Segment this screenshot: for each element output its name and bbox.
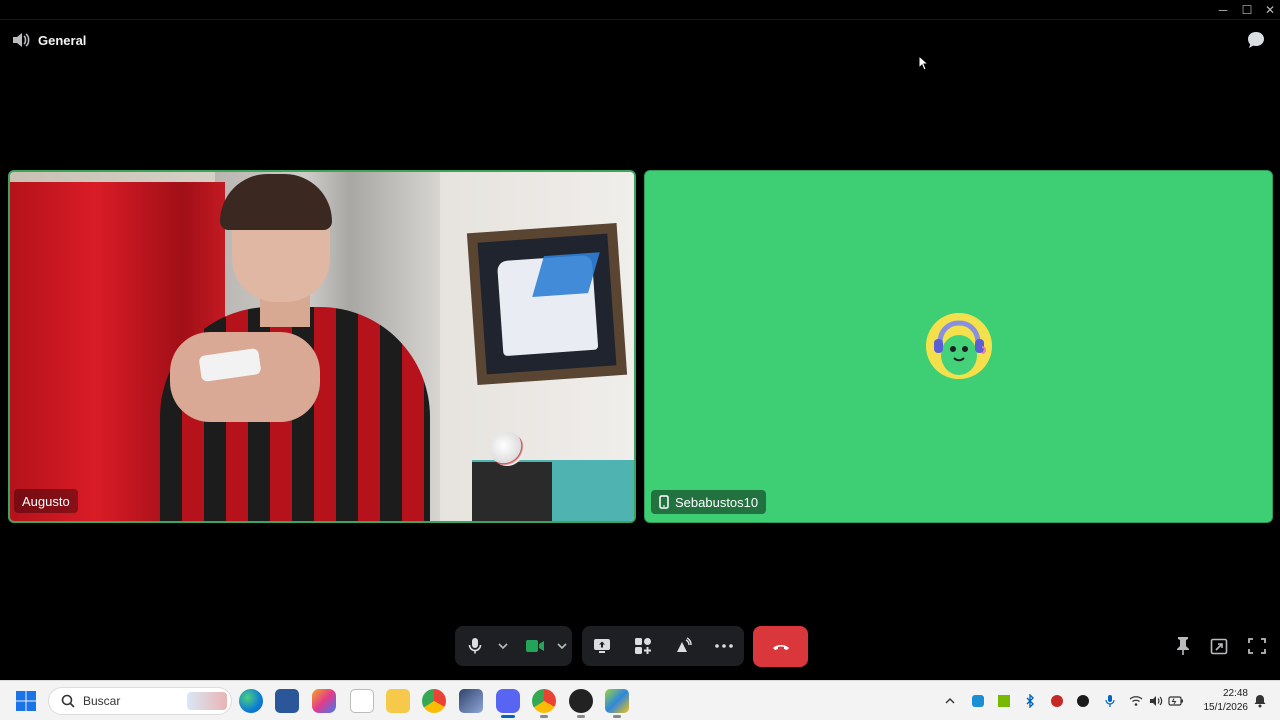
running-app-indicator — [540, 715, 548, 718]
running-app-indicator — [577, 715, 585, 718]
search-icon — [61, 694, 75, 708]
notification-icon[interactable] — [1252, 693, 1268, 709]
bluetooth-icon[interactable] — [1022, 693, 1038, 709]
participant-name: Sebabustos10 — [675, 494, 759, 510]
search-highlight-image — [187, 692, 227, 710]
camera-button[interactable] — [517, 629, 553, 663]
camera-icon — [525, 640, 544, 652]
video-tile-sebabustos10[interactable]: Sebabustos10 — [644, 170, 1273, 523]
clock-time: 22:48 — [1222, 688, 1248, 699]
bluestacks-icon[interactable] — [605, 689, 629, 713]
copilot-icon[interactable] — [312, 689, 336, 713]
volume-icon[interactable] — [1148, 693, 1164, 709]
soundboard-icon — [677, 637, 692, 652]
microphone-button[interactable] — [457, 629, 493, 663]
minimize-button[interactable]: ─ — [1212, 2, 1234, 18]
popout-icon[interactable] — [1210, 636, 1228, 656]
disconnect-button[interactable] — [753, 626, 808, 667]
maximize-button[interactable]: ☐ — [1236, 2, 1258, 18]
taskbar: Buscar 22:48 15/1/2026 — [0, 680, 1280, 720]
chat-icon[interactable] — [1246, 30, 1266, 50]
soundboard-button[interactable] — [664, 629, 702, 663]
wifi-icon[interactable] — [1128, 693, 1144, 709]
microphone-icon — [468, 638, 482, 654]
screen-share-icon — [594, 639, 611, 653]
calculator-icon[interactable] — [275, 689, 299, 713]
battery-icon[interactable] — [1168, 693, 1184, 709]
mobile-phone-icon — [659, 495, 669, 509]
soccer-ball — [490, 432, 524, 466]
notepad-icon[interactable] — [350, 689, 374, 713]
running-app-indicator — [613, 715, 621, 718]
obs-tray-icon[interactable] — [1049, 693, 1065, 709]
channel-title: General — [38, 32, 87, 48]
clock[interactable]: 22:48 15/1/2026 — [1192, 687, 1249, 715]
camera-feed — [10, 172, 634, 521]
chrome-icon[interactable] — [532, 689, 556, 713]
chrome-icon[interactable] — [422, 689, 446, 713]
discord-icon[interactable] — [496, 689, 520, 713]
participant-name: Augusto — [22, 493, 70, 509]
steam-icon[interactable] — [1075, 693, 1091, 709]
microphone-options-button[interactable] — [493, 629, 512, 663]
video-tile-augusto[interactable]: Augusto — [8, 170, 636, 523]
defender-icon[interactable] — [970, 693, 986, 709]
app-icon[interactable] — [459, 689, 483, 713]
screen-share-button[interactable] — [583, 629, 621, 663]
nvidia-icon[interactable] — [996, 693, 1012, 709]
edge-icon[interactable] — [239, 689, 263, 713]
activities-icon — [634, 638, 651, 654]
more-icon — [714, 644, 733, 648]
fullscreen-icon[interactable] — [1248, 636, 1266, 656]
audio-video-controls — [455, 626, 572, 666]
more-options-button[interactable] — [705, 629, 743, 663]
activities-button[interactable] — [624, 629, 662, 663]
obs-icon[interactable] — [569, 689, 593, 713]
chevron-down-icon — [557, 643, 567, 649]
chevron-up-icon[interactable] — [942, 693, 958, 709]
camera-options-button[interactable] — [553, 629, 572, 663]
taskbar-search[interactable]: Buscar — [48, 687, 232, 715]
start-icon[interactable] — [14, 689, 38, 713]
participant-name-tag: Augusto — [14, 489, 78, 513]
hang-up-icon — [772, 644, 789, 650]
framed-jersey — [466, 222, 628, 386]
speaker-icon — [13, 33, 30, 47]
participant-name-tag: Sebabustos10 — [651, 490, 767, 514]
file-explorer-icon[interactable] — [386, 689, 410, 713]
activity-controls — [582, 626, 744, 666]
pin-icon[interactable] — [1174, 636, 1192, 656]
mouse-cursor-icon — [918, 55, 930, 71]
close-button[interactable]: ✕ — [1259, 2, 1280, 18]
clock-date: 15/1/2026 — [1203, 702, 1249, 713]
title-bar: ─ ☐ ✕ — [0, 0, 1280, 20]
microphone-tray-icon[interactable] — [1102, 693, 1118, 709]
avatar — [926, 313, 992, 379]
active-app-indicator — [501, 715, 515, 718]
channel-header: General — [12, 30, 86, 50]
chevron-down-icon — [498, 643, 508, 649]
search-placeholder: Buscar — [83, 694, 121, 708]
